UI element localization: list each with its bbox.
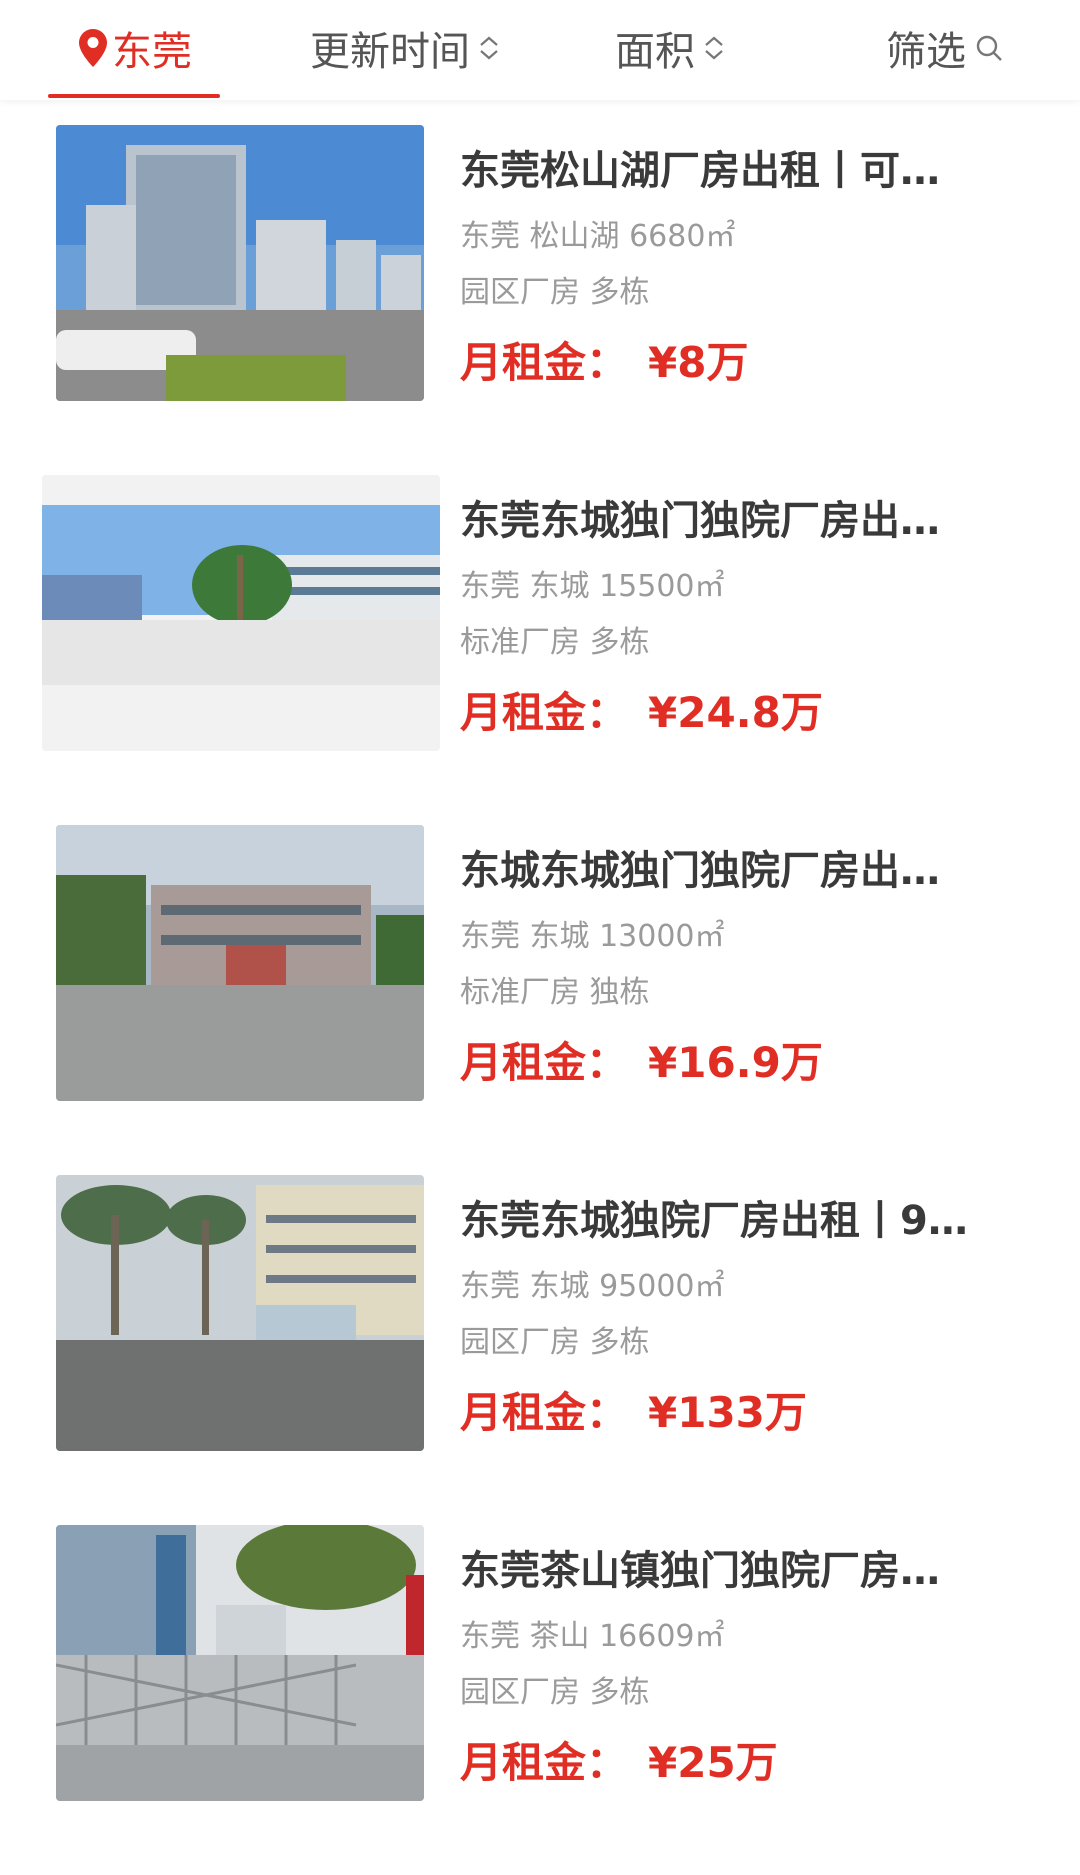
listing-title: 东莞茶山镇独门独院厂房… [460, 1548, 940, 1594]
rent-label: 月租金： [460, 1038, 629, 1087]
listing-location-area: 东莞 东城 13000㎡ [460, 919, 725, 954]
rent-label: 月租金： [460, 1738, 629, 1787]
listing-card[interactable]: 东莞茶山镇独门独院厂房… 东莞 茶山 16609㎡ 园区厂房 多栋 月租金： ¥2… [0, 1525, 1080, 1875]
location-pin-icon [79, 29, 107, 67]
listing-photo [42, 475, 440, 751]
filter-bar: 东莞 更新时间 面积 筛选 [0, 0, 1080, 100]
rent-label: 月租金： [460, 1388, 629, 1437]
active-tab-underline [48, 94, 220, 98]
area-sort-label: 面积 [615, 29, 695, 75]
rent-price: ¥24.8万 [648, 688, 823, 737]
listing-info: 东莞东城独门独院厂房出… 东莞 东城 15500㎡ 标准厂房 多栋 月租金： ¥2… [460, 493, 1040, 743]
listing-card[interactable]: 东莞东城独门独院厂房出… 东莞 东城 15500㎡ 标准厂房 多栋 月租金： ¥2… [0, 475, 1080, 825]
listing-title: 东莞东城独门独院厂房出… [460, 498, 940, 544]
rent-price: ¥133万 [648, 1388, 807, 1437]
sort-arrows-icon [703, 35, 725, 61]
rent-price: ¥16.9万 [648, 1038, 823, 1087]
listing-location-area: 东莞 松山湖 6680㎡ [460, 219, 736, 254]
filter-button-label: 筛选 [886, 29, 966, 75]
listing-title: 东莞东城独院厂房出租丨9… [460, 1198, 968, 1244]
location-filter[interactable]: 东莞 [60, 0, 210, 96]
listing-location-area: 东莞 东城 95000㎡ [460, 1269, 725, 1304]
listing-location-area: 东莞 东城 15500㎡ [460, 569, 725, 604]
rent-price: ¥25万 [648, 1738, 778, 1787]
location-filter-label: 东莞 [112, 29, 192, 75]
update-time-sort[interactable]: 更新时间 [290, 0, 520, 96]
listing-tags: 园区厂房 多栋 [460, 1675, 650, 1710]
update-time-sort-label: 更新时间 [310, 29, 470, 75]
listing-info: 东莞茶山镇独门独院厂房… 东莞 茶山 16609㎡ 园区厂房 多栋 月租金： ¥2… [460, 1543, 1040, 1793]
listing-info: 东莞东城独院厂房出租丨9… 东莞 东城 95000㎡ 园区厂房 多栋 月租金： ¥… [460, 1193, 1040, 1443]
listing-location-area: 东莞 茶山 16609㎡ [460, 1619, 725, 1654]
listing-card[interactable]: 东城东城独门独院厂房出… 东莞 东城 13000㎡ 标准厂房 独栋 月租金： ¥1… [0, 825, 1080, 1175]
listing-rent: 月租金： ¥25万 [460, 1733, 1040, 1793]
listing-title: 东城东城独门独院厂房出… [460, 848, 940, 894]
listing-photo [56, 1175, 424, 1451]
listing-card[interactable]: 东莞东城独院厂房出租丨9… 东莞 东城 95000㎡ 园区厂房 多栋 月租金： ¥… [0, 1175, 1080, 1525]
listing-tags: 园区厂房 多栋 [460, 1325, 650, 1360]
listing-tags: 标准厂房 独栋 [460, 975, 650, 1010]
area-sort[interactable]: 面积 [600, 0, 740, 96]
listing-rent: 月租金： ¥16.9万 [460, 1033, 1040, 1093]
listing-photo [56, 825, 424, 1101]
sort-arrows-icon [478, 35, 500, 61]
listing-info: 东城东城独门独院厂房出… 东莞 东城 13000㎡ 标准厂房 独栋 月租金： ¥1… [460, 843, 1040, 1093]
listing-rent: 月租金： ¥8万 [460, 333, 1040, 393]
listing-info: 东莞松山湖厂房出租丨可… 东莞 松山湖 6680㎡ 园区厂房 多栋 月租金： ¥8… [460, 143, 1040, 393]
filter-button[interactable]: 筛选 [870, 0, 1020, 96]
rent-label: 月租金： [460, 688, 629, 737]
listing-tags: 标准厂房 多栋 [460, 625, 650, 660]
search-icon [976, 35, 1002, 61]
listing-photo [56, 1525, 424, 1801]
rent-price: ¥8万 [648, 338, 749, 387]
listing-rent: 月租金： ¥133万 [460, 1383, 1040, 1443]
listing-title: 东莞松山湖厂房出租丨可… [460, 148, 940, 194]
listing-photo [56, 125, 424, 401]
listing-card[interactable]: 东莞松山湖厂房出租丨可… 东莞 松山湖 6680㎡ 园区厂房 多栋 月租金： ¥8… [0, 125, 1080, 475]
rent-label: 月租金： [460, 338, 629, 387]
listing-tags: 园区厂房 多栋 [460, 275, 650, 310]
listing-rent: 月租金： ¥24.8万 [460, 683, 1040, 743]
